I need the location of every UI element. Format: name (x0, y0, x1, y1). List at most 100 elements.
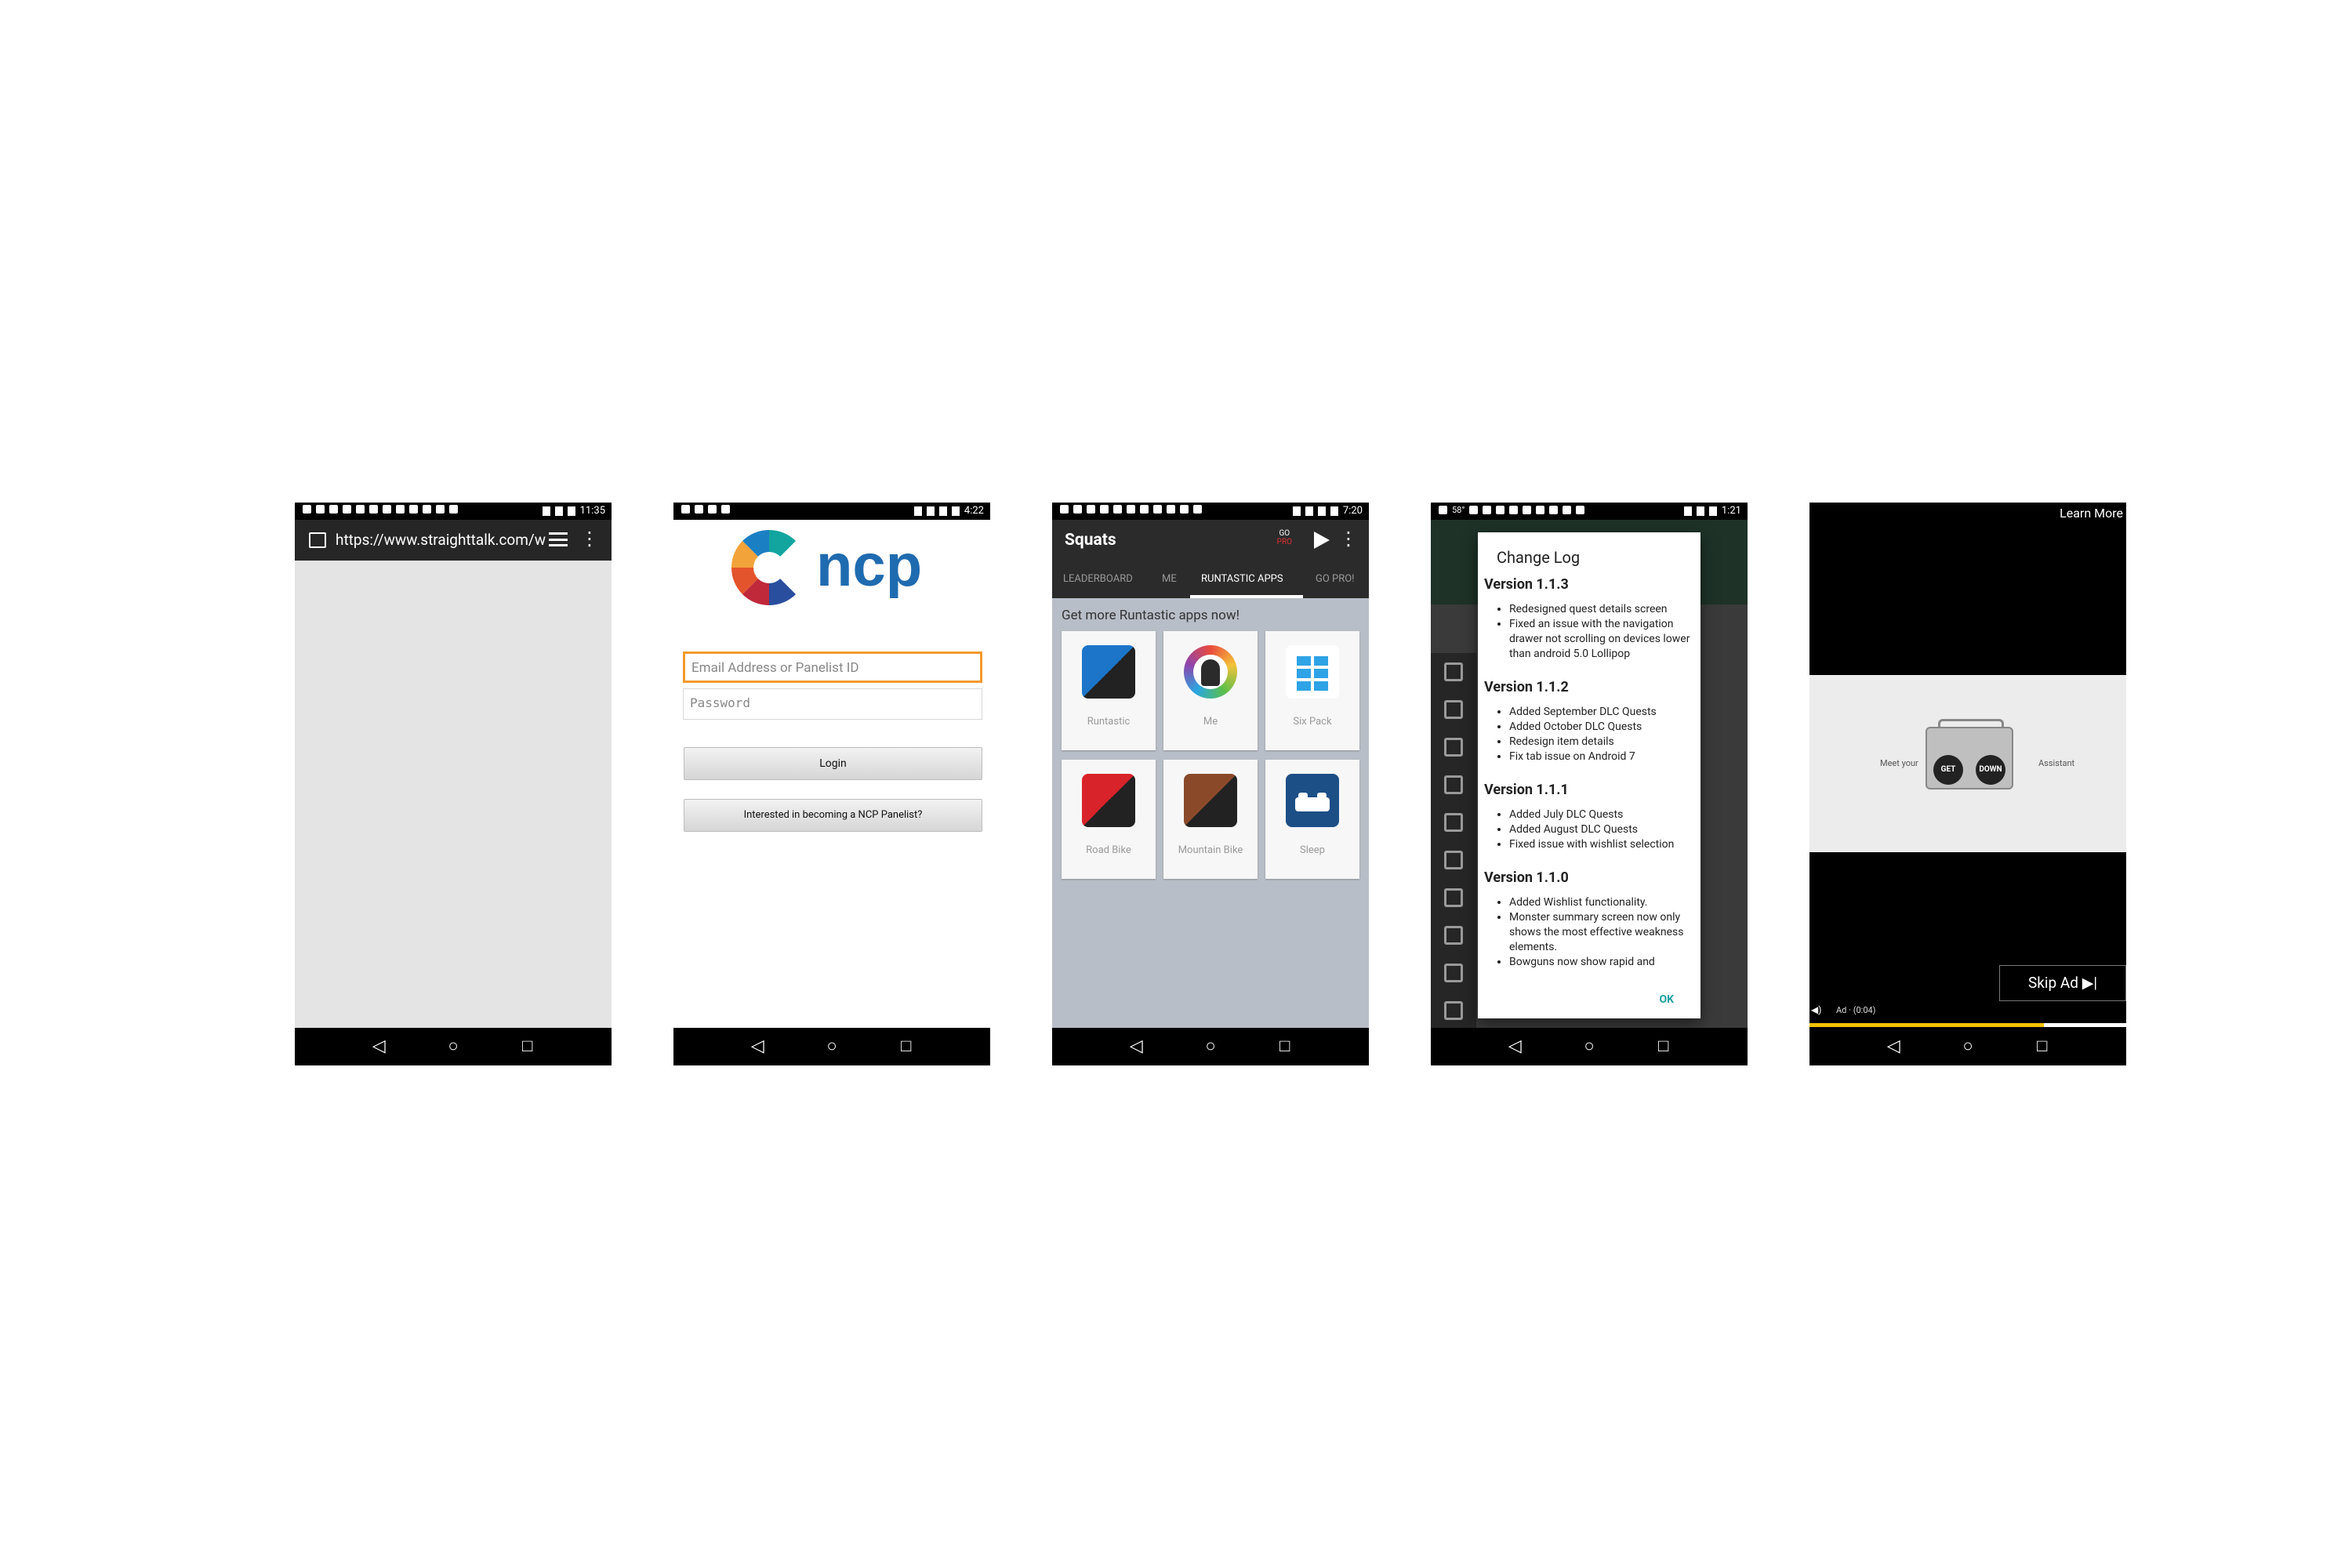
nav-bar: ◁ ○ □ (1809, 1028, 2126, 1065)
status-right: 11:35 (542, 505, 605, 517)
learn-more-link[interactable]: Learn More (2060, 506, 2123, 521)
nav-bar: ◁ ○ □ (295, 1028, 612, 1065)
nav-bar: ◁ ○ □ (1431, 1028, 1748, 1065)
me-icon (1184, 645, 1237, 699)
six-pack-icon (1286, 645, 1339, 699)
changelog-item: Fixed an issue with the navigation drawe… (1509, 617, 1697, 662)
phone-browser: 11:35 https://www.straighttalk.com/w ⋮ ◁… (295, 503, 612, 1065)
back-icon[interactable]: ◁ (742, 1028, 773, 1065)
status-time: 7:20 (1342, 505, 1363, 517)
app-label: Six Pack (1293, 716, 1332, 728)
status-right: 7:20 (1292, 505, 1363, 517)
sleep-icon (1286, 774, 1339, 827)
changelog-item: Fix tab issue on Android 7 (1509, 750, 1697, 764)
changelog-item: Redesigned quest details screen (1509, 602, 1697, 617)
url-bar[interactable]: https://www.straighttalk.com/w (336, 531, 546, 549)
changelog-content[interactable]: Version 1.1.3 Redesigned quest details s… (1484, 572, 1697, 987)
ad-progress-bar (1809, 1023, 2126, 1027)
overflow-menu-icon[interactable]: ⋮ (580, 529, 599, 548)
ncp-logo-text: ncp (816, 532, 922, 599)
changelog-item: Added September DLC Quests (1509, 705, 1697, 720)
status-right: 4:22 (913, 505, 984, 517)
app-tile-me[interactable]: Me (1163, 631, 1258, 750)
play-store-icon[interactable] (1314, 532, 1330, 549)
ad-progress-fill (1809, 1023, 2044, 1027)
app-tile-six-pack[interactable]: Six Pack (1265, 631, 1359, 750)
phone-changelog: 58° 1:21 Change Log Version 1.1.3 Redesi… (1431, 503, 1748, 1065)
ad-banner[interactable]: Meet your GET DOWN Assistant (1809, 675, 2126, 852)
skip-ad-button[interactable]: Skip Ad ▶| (1999, 965, 2126, 1001)
video-player: Learn More Meet your GET DOWN Assistant … (1809, 503, 2126, 1028)
back-icon[interactable]: ◁ (1878, 1028, 1909, 1065)
notification-icons (1060, 505, 1202, 514)
page-content (295, 561, 612, 1028)
back-icon[interactable]: ◁ (363, 1028, 394, 1065)
changelog-item: Added July DLC Quests (1509, 808, 1697, 822)
recents-icon[interactable]: □ (512, 1028, 543, 1065)
notification-icons (681, 505, 730, 514)
tabs-icon[interactable] (549, 532, 568, 546)
runtastic-icon (1082, 645, 1135, 699)
tab-runtastic-apps[interactable]: RUNTASTIC APPS (1201, 573, 1283, 585)
changelog-item: Added October DLC Quests (1509, 720, 1697, 735)
tab-me[interactable]: ME (1162, 573, 1177, 585)
password-field[interactable]: Password (683, 688, 982, 720)
status-right: 1:21 (1683, 505, 1741, 517)
apps-panel: Get more Runtastic apps now! Runtastic M… (1052, 598, 1369, 1028)
ncp-logo: ncp (731, 529, 922, 606)
recents-icon[interactable]: □ (2027, 1028, 2058, 1065)
home-icon[interactable]: ○ (437, 1028, 469, 1065)
changelog-item: Bowguns now show rapid and (1509, 955, 1697, 970)
navigation-drawer-dimmed (1431, 653, 1476, 1028)
recents-icon[interactable]: □ (1648, 1028, 1679, 1065)
tab-leaderboard[interactable]: LEADERBOARD (1063, 573, 1133, 585)
status-bar: 11:35 (295, 503, 612, 520)
page-info-icon[interactable] (309, 532, 326, 548)
home-icon[interactable]: ○ (1952, 1028, 1984, 1065)
overflow-menu-icon[interactable]: ⋮ (1339, 529, 1358, 548)
status-time: 1:21 (1721, 505, 1741, 517)
recents-icon[interactable]: □ (1269, 1028, 1301, 1065)
version-title: Version 1.1.3 (1484, 576, 1569, 593)
app-label: Road Bike (1086, 844, 1131, 856)
dialog-title: Change Log (1497, 548, 1581, 567)
ok-button[interactable]: OK (1659, 993, 1674, 1006)
tab-bar: LEADERBOARD ME RUNTASTIC APPS GO PRO! (1052, 561, 1369, 598)
app-tile-road-bike[interactable]: Road Bike (1062, 760, 1156, 879)
login-button[interactable]: Login (684, 747, 982, 780)
go-pro-badge[interactable]: GO PRO (1277, 529, 1292, 546)
status-bar: 58° 1:21 (1431, 503, 1748, 520)
phone-ncp-login: 4:22 ncp Email Address or Panelist ID Pa… (673, 503, 990, 1065)
road-bike-icon (1082, 774, 1135, 827)
apps-heading: Get more Runtastic apps now! (1062, 608, 1240, 623)
home-icon[interactable]: ○ (816, 1028, 848, 1065)
back-icon[interactable]: ◁ (1120, 1028, 1152, 1065)
ad-text-left: Meet your (1880, 758, 1918, 768)
ad-text-right: Assistant (2038, 758, 2075, 768)
changelog-item: Fixed issue with wishlist selection (1509, 837, 1697, 852)
boombox-image: GET DOWN (1926, 719, 2013, 789)
version-title: Version 1.1.2 (1484, 679, 1569, 695)
go-pro-bottom: PRO (1276, 538, 1292, 546)
phone-squats: 7:20 Squats GO PRO ⋮ LEADERBOARD ME RUNTA… (1052, 503, 1369, 1065)
tab-go-pro[interactable]: GO PRO! (1316, 573, 1355, 585)
become-panelist-button[interactable]: Interested in becoming a NCP Panelist? (684, 799, 982, 832)
go-pro-top: GO (1279, 529, 1290, 538)
app-tile-sleep[interactable]: Sleep (1265, 760, 1359, 879)
recents-icon[interactable]: □ (891, 1028, 922, 1065)
notification-icons (303, 505, 458, 514)
notification-icons: 58° (1439, 505, 1585, 515)
email-field[interactable]: Email Address or Panelist ID (683, 652, 982, 683)
ad-timer: Ad · (0:04) (1836, 1005, 1876, 1015)
home-icon[interactable]: ○ (1195, 1028, 1226, 1065)
app-tile-runtastic[interactable]: Runtastic (1062, 631, 1156, 750)
back-icon[interactable]: ◁ (1499, 1028, 1530, 1065)
app-tile-mountain-bike[interactable]: Mountain Bike (1163, 760, 1258, 879)
home-icon[interactable]: ○ (1573, 1028, 1605, 1065)
volume-icon[interactable]: ◀) (1811, 1004, 1821, 1015)
nav-bar: ◁ ○ □ (673, 1028, 990, 1065)
status-bar: 4:22 (673, 503, 990, 520)
status-temperature: 58° (1452, 505, 1465, 515)
version-title: Version 1.1.1 (1484, 782, 1569, 798)
app-title: Squats (1065, 531, 1116, 550)
